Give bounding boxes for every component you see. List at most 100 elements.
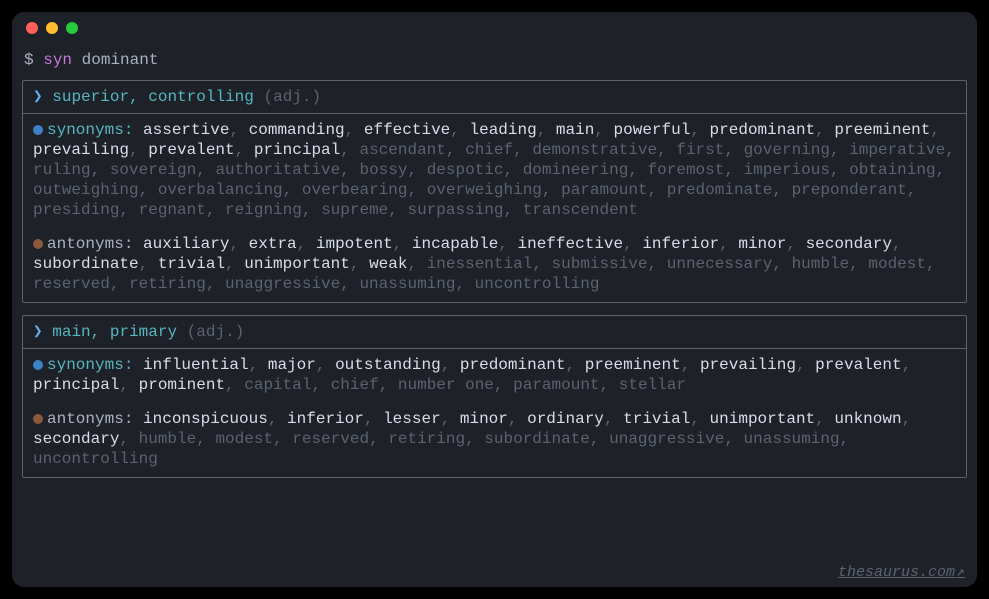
separator: , [796,356,815,374]
separator: , [441,356,460,374]
word: assertive [143,121,229,139]
separator: , [229,121,248,139]
separator: , [657,141,676,159]
separator: , [926,255,936,273]
separator: , [600,376,619,394]
separator: , [830,141,849,159]
separator: , [590,430,609,448]
separator: , [340,161,359,179]
sense-body: synonyms: influential, major, outstandin… [23,349,966,477]
separator: , [902,356,912,374]
separator: , [196,161,215,179]
word: chief [331,376,379,394]
word: powerful [614,121,691,139]
separator: , [206,201,225,219]
word: sovereign [110,161,196,179]
word: lesser [383,410,441,428]
separator: , [494,376,513,394]
separator: , [930,121,940,139]
word: surpassing [407,201,503,219]
sense-body: synonyms: assertive, commanding, effecti… [23,114,966,302]
word: chief [465,141,513,159]
word: unknown [834,410,901,428]
word: humble [792,255,850,273]
word: unaggressive [225,275,340,293]
word: secondary [33,430,119,448]
word: submissive [552,255,648,273]
antonyms-label: antonyms: [47,235,143,253]
separator: , [719,235,738,253]
word: inconspicuous [143,410,268,428]
word: governing [744,141,830,159]
separator: , [648,181,667,199]
separator: , [772,255,791,273]
word: secondary [806,235,892,253]
separator: , [119,376,138,394]
separator: , [91,161,110,179]
word: unnecessary [667,255,773,273]
separator: , [273,430,292,448]
separator: , [815,121,834,139]
word: prevailing [33,141,129,159]
sense-title: superior, controlling [52,88,254,106]
separator: , [364,410,383,428]
source-link[interactable]: thesaurus.com↗ [838,564,965,583]
separator: , [393,235,412,253]
antonyms-block: antonyms: inconspicuous, inferior, lesse… [33,409,956,469]
word: principal [33,376,119,394]
word: retiring [388,430,465,448]
word: regnant [139,201,206,219]
word: ordinary [527,410,604,428]
synonyms-label: synonyms: [47,356,143,374]
word: weak [369,255,407,273]
word: number one [398,376,494,394]
separator: , [129,141,148,159]
bullet-icon [33,239,43,249]
word: reserved [33,275,110,293]
bullet-icon [33,125,43,135]
word: unimportant [710,410,816,428]
separator: , [648,255,667,273]
separator: , [196,430,215,448]
synonyms-block: synonyms: influential, major, outstandin… [33,355,956,395]
word: overweighing [427,181,542,199]
word: stellar [619,376,686,394]
word: outstanding [335,356,441,374]
separator: , [345,121,364,139]
maximize-icon[interactable] [66,22,78,34]
word: impotent [316,235,393,253]
separator: , [594,121,613,139]
separator: , [297,235,316,253]
word: unassuming [359,275,455,293]
separator: , [772,181,791,199]
separator: , [628,161,647,179]
separator: , [407,255,426,273]
word: predominant [710,121,816,139]
word: outweighing [33,181,139,199]
separator: , [311,376,330,394]
separator: , [139,181,158,199]
separator: , [936,161,946,179]
word: bossy [359,161,407,179]
word: influential [143,356,249,374]
titlebar [12,12,977,44]
word: inessential [427,255,533,273]
word: despotic [427,161,504,179]
separator: , [498,235,517,253]
word: humble [139,430,197,448]
separator: , [504,161,523,179]
word: reserved [292,430,369,448]
word: commanding [249,121,345,139]
word: overbalancing [158,181,283,199]
separator: , [450,121,469,139]
separator: , [623,235,642,253]
part-of-speech: (adj.) [264,88,322,106]
minimize-icon[interactable] [46,22,58,34]
word: presiding [33,201,119,219]
close-icon[interactable] [26,22,38,34]
word: prevalent [148,141,234,159]
word: reigning [225,201,302,219]
separator: , [902,410,912,428]
word: ineffective [518,235,624,253]
word: major [268,356,316,374]
